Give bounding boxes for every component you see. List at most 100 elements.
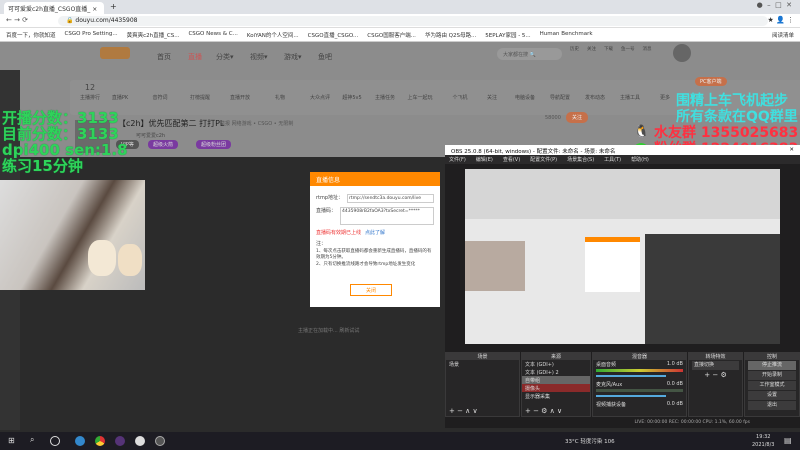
menu-profile[interactable]: 配置文件(P) [530, 156, 557, 163]
tool-item[interactable]: 导航配置 [540, 94, 580, 101]
transition-select[interactable]: 直接切换 [692, 361, 739, 370]
source-item[interactable]: 自带组 [522, 376, 590, 384]
menu-file[interactable]: 文件(F) [449, 156, 466, 163]
browser-tab[interactable]: 可可爱爱c2h直播_CSGO直播_ × [4, 2, 104, 14]
fans-tag[interactable]: 超级粉丝团 [196, 140, 232, 149]
transitions-header: 转场特效 [689, 353, 742, 360]
start-recording-button[interactable]: 开始录制 [748, 371, 796, 380]
tool-item[interactable]: 礼物 [260, 94, 300, 101]
menu-view[interactable]: 查看(V) [503, 156, 520, 163]
nav-yuba[interactable]: 鱼吧 [318, 52, 332, 62]
nav-buttons[interactable]: ← → ⟳ [6, 16, 28, 24]
stream-meta[interactable]: 举报 网络游戏 • CSGO • 无限制 [220, 120, 293, 127]
yu-icon[interactable]: 鱼一号 [621, 46, 635, 52]
bookmark[interactable]: CSGO国服客户端... [367, 31, 416, 39]
scene-controls[interactable]: + − ∧ ∨ [449, 407, 478, 415]
volume-slider[interactable] [596, 395, 666, 397]
menu-help[interactable]: 帮助(H) [631, 156, 649, 163]
preview-header [465, 169, 780, 219]
mixer-db: 0.0 dB [666, 381, 683, 387]
obs-title: OBS 25.0.8 (64-bit, windows) - 配置文件: 未命名… [451, 149, 616, 155]
message-icon[interactable]: 消息 [643, 46, 652, 52]
stop-streaming-button[interactable]: 停止推流 [748, 361, 796, 370]
weather-widget[interactable]: 33°C 轻度污染 106 [565, 437, 615, 445]
menu-scene-collection[interactable]: 场景集合(S) [567, 156, 594, 163]
notification-icon[interactable]: ▤ [784, 436, 792, 445]
nav-video[interactable]: 视频▾ [250, 52, 268, 62]
tool-item[interactable]: 音符词 [140, 94, 180, 101]
tool-item[interactable]: 发布动态 [575, 94, 615, 101]
douyu-logo[interactable] [100, 47, 130, 59]
menu-tools[interactable]: 工具(T) [604, 156, 621, 163]
cortana-icon[interactable] [50, 436, 60, 446]
tool-item[interactable]: 上车一起玩 [400, 94, 440, 101]
bookmark[interactable]: 华为路由 Q2S母路... [425, 31, 476, 39]
bookmark[interactable]: Human Benchmark [540, 31, 593, 38]
bookmark[interactable]: CSGO直播_CSGO... [308, 31, 359, 39]
loading-text: 主播正在加载中... 刷新试试 [298, 328, 360, 334]
tool-item[interactable]: 直播开放 [220, 94, 260, 101]
clock[interactable]: 19:32 2021/8/3 [752, 433, 774, 449]
follow-icon[interactable]: 关注 [587, 46, 596, 52]
nav-games[interactable]: 游戏▾ [284, 52, 302, 62]
bookmark[interactable]: KoiYAN的个人空间... [247, 31, 299, 39]
bookmark[interactable]: 百度一下，你就知道 [6, 31, 56, 39]
reading-list[interactable]: 阅读清单 [772, 31, 794, 39]
nav-home[interactable]: 首页 [157, 52, 171, 62]
tool-item[interactable]: 电脑设备 [505, 94, 545, 101]
search-icon[interactable]: ⌕ [30, 435, 34, 445]
obs-taskbar-icon[interactable] [155, 436, 165, 446]
start-icon[interactable]: ⊞ [8, 436, 15, 445]
profile-icon[interactable]: ★ 👤 ⋮ [768, 16, 794, 24]
bookmarks-bar: 百度一下，你就知道 CSGO Pro Setting... 黄爽爽c2h直播_C… [0, 28, 800, 42]
chrome-icon[interactable] [95, 436, 105, 446]
bookmark[interactable]: CSGO News & C... [188, 31, 237, 38]
rtmp-field[interactable]: rtmp://sendtc3a.douyu.com/live [347, 194, 434, 203]
exit-button[interactable]: 退出 [748, 401, 796, 410]
controls-header: 控制 [745, 353, 799, 360]
source-item[interactable]: 显示器采集 [522, 392, 590, 400]
source-item[interactable]: 文本 (GDI+) 2 [522, 368, 590, 376]
source-item[interactable]: 摄像头 [522, 384, 590, 392]
app-icon[interactable] [115, 436, 125, 446]
volume-slider[interactable] [596, 375, 666, 377]
bookmark[interactable]: 黄爽爽c2h直播_CS... [127, 31, 180, 39]
tool-item[interactable]: 主播工具 [610, 94, 650, 101]
settings-button[interactable]: 设置 [748, 391, 796, 400]
avatar[interactable] [673, 44, 691, 62]
scenes-header: 场景 [446, 353, 519, 360]
transition-controls[interactable]: + − ⚙ [689, 371, 742, 379]
bookmark[interactable]: 5EPLAY家园 - 5... [485, 31, 530, 39]
mixer-channel-name: 视频捕获设备 [596, 402, 627, 408]
follow-button[interactable]: 关注 [566, 112, 589, 123]
code-field[interactable]: 4435908rB2faOA3?txSecret=***** [340, 207, 434, 225]
new-tab-button[interactable]: + [110, 2, 117, 11]
nav-live[interactable]: 直播 [188, 52, 202, 62]
address-bar-row: ← → ⟳ 🔒 douyu.com/4435908 ★ 👤 ⋮ [0, 14, 800, 28]
source-item[interactable]: 文本 (GDI+) [522, 360, 590, 368]
scene-item[interactable]: 场景 [446, 360, 519, 368]
tool-item[interactable]: 直播PK [100, 94, 140, 101]
app-icon[interactable] [135, 436, 145, 446]
menu-edit[interactable]: 编辑(E) [476, 156, 493, 163]
streamer-name[interactable]: 可可爱爱c2h [136, 132, 165, 139]
pc-client-button[interactable]: PC客户端 [695, 77, 727, 86]
obs-close-icon[interactable]: ✕ [789, 147, 794, 153]
obs-preview[interactable] [465, 169, 780, 344]
download-icon[interactable]: 下载 [604, 46, 613, 52]
app-icon[interactable] [75, 436, 85, 446]
search-input[interactable]: 大家都在搜 🔍 [497, 48, 562, 60]
history-icon[interactable]: 历史 [570, 46, 579, 52]
studio-mode-button[interactable]: 工作室模式 [748, 381, 796, 390]
source-controls[interactable]: + − ⚙ ∧ ∨ [525, 407, 562, 415]
learn-more-link[interactable]: 点此了解 [365, 229, 385, 236]
tab-title: 可可爱爱c2h直播_CSGO直播_ [8, 6, 91, 13]
rocket-tag[interactable]: 超级火箭 [148, 140, 179, 149]
window-controls[interactable]: ● – □ ✕ [757, 1, 792, 9]
nav-category[interactable]: 分类▾ [216, 52, 234, 62]
url-input[interactable]: 🔒 douyu.com/4435908 [58, 16, 768, 26]
bookmark[interactable]: CSGO Pro Setting... [65, 31, 118, 38]
tool-item[interactable]: 主播任务 [365, 94, 405, 101]
close-button[interactable]: 关闭 [350, 284, 392, 296]
tool-item[interactable]: 打榜提醒 [180, 94, 220, 101]
